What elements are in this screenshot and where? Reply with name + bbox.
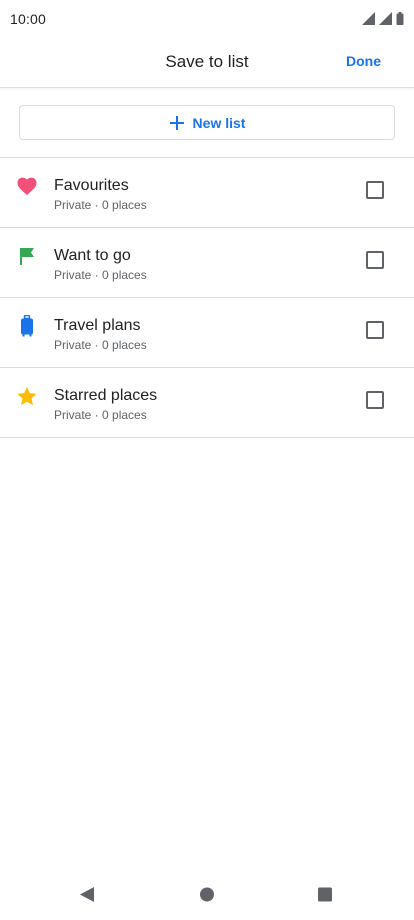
saved-lists: Favourites Private · 0 places Want to go… <box>0 157 414 438</box>
plus-icon <box>169 115 184 130</box>
new-list-button[interactable]: New list <box>19 105 395 140</box>
list-item-title: Favourites <box>54 177 129 194</box>
new-list-label: New list <box>192 114 246 131</box>
list-item-favourites[interactable]: Favourites Private · 0 places <box>0 158 414 228</box>
list-item-title: Travel plans <box>54 317 141 334</box>
list-item-want-to-go[interactable]: Want to go Private · 0 places <box>0 228 414 298</box>
status-time: 10:00 <box>10 11 47 27</box>
heart-icon <box>16 175 38 197</box>
cellular-signal-icon <box>362 12 375 25</box>
done-button[interactable]: Done <box>346 53 381 69</box>
recents-icon[interactable] <box>317 886 333 903</box>
starred-places-checkbox[interactable] <box>366 391 384 409</box>
list-item-travel-plans[interactable]: Travel plans Private · 0 places <box>0 298 414 368</box>
list-item-subtitle: Private · 0 places <box>54 268 147 282</box>
cellular-signal-icon <box>379 12 392 25</box>
home-icon[interactable] <box>199 886 215 903</box>
want-to-go-checkbox[interactable] <box>366 251 384 269</box>
status-icons <box>362 12 404 25</box>
favourites-checkbox[interactable] <box>366 181 384 199</box>
status-bar: 10:00 <box>0 0 414 38</box>
list-item-subtitle: Private · 0 places <box>54 408 147 422</box>
app-bar: Save to list Done <box>0 38 414 88</box>
battery-icon <box>396 12 404 25</box>
list-item-subtitle: Private · 0 places <box>54 198 147 212</box>
list-item-starred-places[interactable]: Starred places Private · 0 places <box>0 368 414 438</box>
system-nav-bar <box>0 872 414 920</box>
suitcase-icon <box>16 315 38 337</box>
flag-icon <box>16 245 38 267</box>
list-item-title: Want to go <box>54 247 131 264</box>
list-item-subtitle: Private · 0 places <box>54 338 147 352</box>
travel-plans-checkbox[interactable] <box>366 321 384 339</box>
back-icon[interactable] <box>79 886 95 903</box>
list-item-title: Starred places <box>54 387 158 404</box>
star-icon <box>16 385 38 407</box>
